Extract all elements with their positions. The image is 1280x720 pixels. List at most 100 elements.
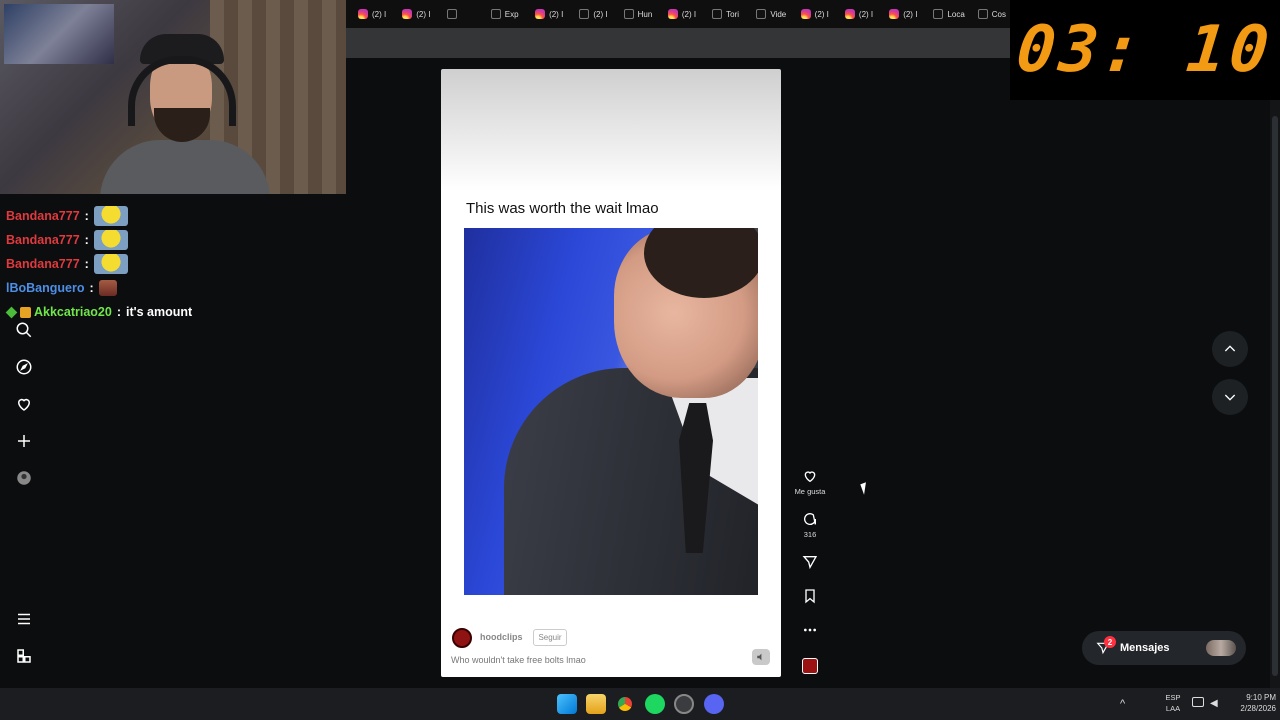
like-button[interactable]: Me gusta bbox=[790, 468, 830, 496]
instagram-icon bbox=[667, 9, 678, 19]
webcam-overlay bbox=[0, 0, 346, 194]
tiktok-icon bbox=[933, 9, 944, 19]
minion-emote bbox=[93, 206, 128, 226]
tiktok-icon bbox=[712, 9, 723, 19]
more-options-button[interactable] bbox=[790, 622, 830, 638]
mute-button[interactable] bbox=[752, 649, 770, 665]
browser-tab[interactable]: (2) I bbox=[567, 4, 611, 24]
save-button[interactable] bbox=[790, 588, 830, 604]
instagram-icon bbox=[358, 9, 368, 19]
badge-icon bbox=[5, 306, 18, 318]
clock-time: 9:10 PM bbox=[1246, 693, 1276, 702]
search-icon[interactable] bbox=[12, 318, 36, 342]
share-button[interactable] bbox=[790, 554, 830, 570]
comment-count: 316 bbox=[803, 530, 817, 539]
volume-icon[interactable]: ◀ bbox=[1210, 698, 1218, 709]
chevron-up-icon[interactable]: ^ bbox=[1120, 698, 1125, 710]
browser-tab[interactable]: (2) I bbox=[346, 4, 390, 24]
browser-tab[interactable]: Cos bbox=[966, 4, 1010, 24]
webcam-poster bbox=[4, 4, 114, 64]
chat-text: it's amount bbox=[126, 305, 193, 319]
instagram-icon bbox=[402, 9, 413, 19]
create-icon[interactable] bbox=[12, 429, 36, 453]
follow-button[interactable]: Seguir bbox=[533, 629, 567, 646]
author-name[interactable]: hoodclips bbox=[480, 632, 523, 642]
reel-video[interactable] bbox=[464, 228, 758, 595]
countdown-timer: 03: 10 bbox=[1010, 0, 1280, 100]
minion-emote bbox=[93, 230, 128, 250]
tiktok-icon bbox=[623, 9, 634, 19]
instagram-icon bbox=[844, 9, 855, 19]
chat-username: Bandana777 bbox=[6, 233, 80, 247]
browser-tab[interactable]: (2) I bbox=[833, 4, 877, 24]
chat-message: Akkcatriao20 : it's amount bbox=[0, 300, 346, 324]
chat-message: Bandana777 : bbox=[0, 252, 346, 276]
chat-message: lBoBanguero : bbox=[0, 276, 346, 300]
windows-start-icon[interactable] bbox=[557, 694, 577, 714]
send-icon bbox=[802, 556, 818, 570]
browser-tab[interactable]: (2) I bbox=[523, 4, 567, 24]
tiktok-icon bbox=[446, 9, 457, 19]
clock-date: 2/28/2026 bbox=[1240, 704, 1276, 713]
browser-tab[interactable]: (2) I bbox=[789, 4, 833, 24]
settings-app-icon[interactable] bbox=[674, 694, 694, 714]
discord-icon[interactable] bbox=[704, 694, 724, 714]
browser-tab[interactable]: (2) I bbox=[877, 4, 921, 24]
system-clock[interactable]: 9:10 PM 2/28/2026 bbox=[1226, 692, 1276, 714]
browser-tab[interactable] bbox=[435, 4, 479, 24]
browser-tab[interactable]: Loca bbox=[921, 4, 965, 24]
page-scrollbar[interactable] bbox=[1270, 100, 1280, 688]
explore-icon[interactable] bbox=[12, 355, 36, 379]
apps-icon[interactable] bbox=[12, 644, 36, 668]
browser-toolbar bbox=[346, 28, 1010, 58]
comment-button[interactable]: 316 bbox=[790, 511, 830, 539]
tiktok-icon bbox=[756, 9, 767, 19]
bookmark-icon bbox=[805, 589, 815, 604]
chat-username: Bandana777 bbox=[6, 257, 80, 271]
messages-label: Mensajes bbox=[1120, 642, 1170, 654]
tiktok-icon bbox=[579, 9, 590, 19]
next-reel-button[interactable] bbox=[1212, 379, 1248, 415]
profile-icon[interactable] bbox=[12, 466, 36, 490]
browser-tab[interactable]: (2) I bbox=[390, 4, 434, 24]
comment-icon bbox=[804, 513, 817, 525]
previous-reel-button[interactable] bbox=[1212, 331, 1248, 367]
post-caption-overlay: This was worth the wait lmao bbox=[466, 200, 659, 217]
chat-message: Bandana777 : bbox=[0, 228, 346, 252]
timer-value: 03: 10 bbox=[1013, 13, 1277, 87]
chat-username: lBoBanguero bbox=[6, 281, 85, 295]
language-indicator[interactable]: ESP LAA bbox=[1160, 692, 1186, 714]
instagram-icon bbox=[800, 9, 811, 19]
author-avatar[interactable] bbox=[452, 628, 472, 648]
instagram-icon bbox=[889, 9, 900, 19]
speaker-icon bbox=[757, 653, 762, 661]
chrome-icon[interactable] bbox=[615, 694, 635, 714]
windows-taskbar bbox=[0, 688, 1280, 720]
browser-tab[interactable]: Hun bbox=[612, 4, 656, 24]
chat-username: Bandana777 bbox=[6, 209, 80, 223]
browser-tab[interactable]: Exp bbox=[479, 4, 523, 24]
heart-icon bbox=[804, 471, 816, 483]
spotify-icon[interactable] bbox=[645, 694, 665, 714]
tiktok-icon bbox=[977, 9, 988, 19]
browser-tab-bar: (2) I (2) I Exp (2) I (2) I Hun (2) I To… bbox=[346, 0, 1010, 28]
browser-tab[interactable]: Tori bbox=[700, 4, 744, 24]
chat-username: Akkcatriao20 bbox=[34, 305, 112, 319]
browser-tab[interactable]: Vide bbox=[744, 4, 788, 24]
more-icon bbox=[804, 628, 816, 632]
browser-tab[interactable]: (2) I bbox=[656, 4, 700, 24]
menu-icon[interactable] bbox=[12, 607, 36, 631]
mouse-cursor bbox=[860, 482, 870, 495]
post-description: Who wouldn't take free bolts lmao bbox=[451, 655, 586, 665]
file-explorer-icon[interactable] bbox=[586, 694, 606, 714]
chat-message: Bandana777 : bbox=[0, 204, 346, 228]
chevron-up-icon bbox=[1224, 345, 1236, 352]
network-icon[interactable] bbox=[1192, 697, 1204, 707]
messages-button[interactable]: 2 Mensajes bbox=[1082, 631, 1246, 665]
like-label: Me gusta bbox=[794, 487, 826, 496]
messages-badge: 2 bbox=[1104, 636, 1116, 648]
stream-chat: Bandana777 : Bandana777 : Bandana777 : l… bbox=[0, 204, 346, 324]
scrollbar-thumb[interactable] bbox=[1272, 116, 1278, 676]
audio-thumbnail[interactable] bbox=[802, 658, 818, 674]
heart-icon[interactable] bbox=[12, 392, 36, 416]
